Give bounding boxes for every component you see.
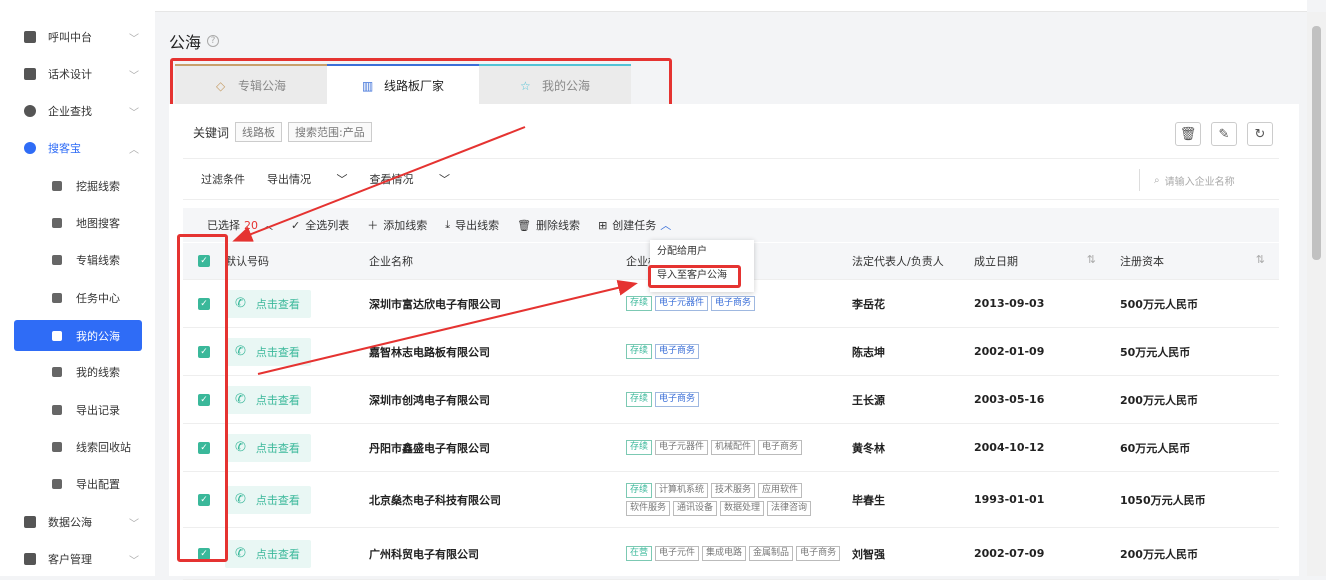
annotation-arrows bbox=[232, 126, 638, 375]
arrow-to-checkboxes bbox=[232, 126, 526, 242]
arrow-to-import bbox=[257, 279, 638, 375]
